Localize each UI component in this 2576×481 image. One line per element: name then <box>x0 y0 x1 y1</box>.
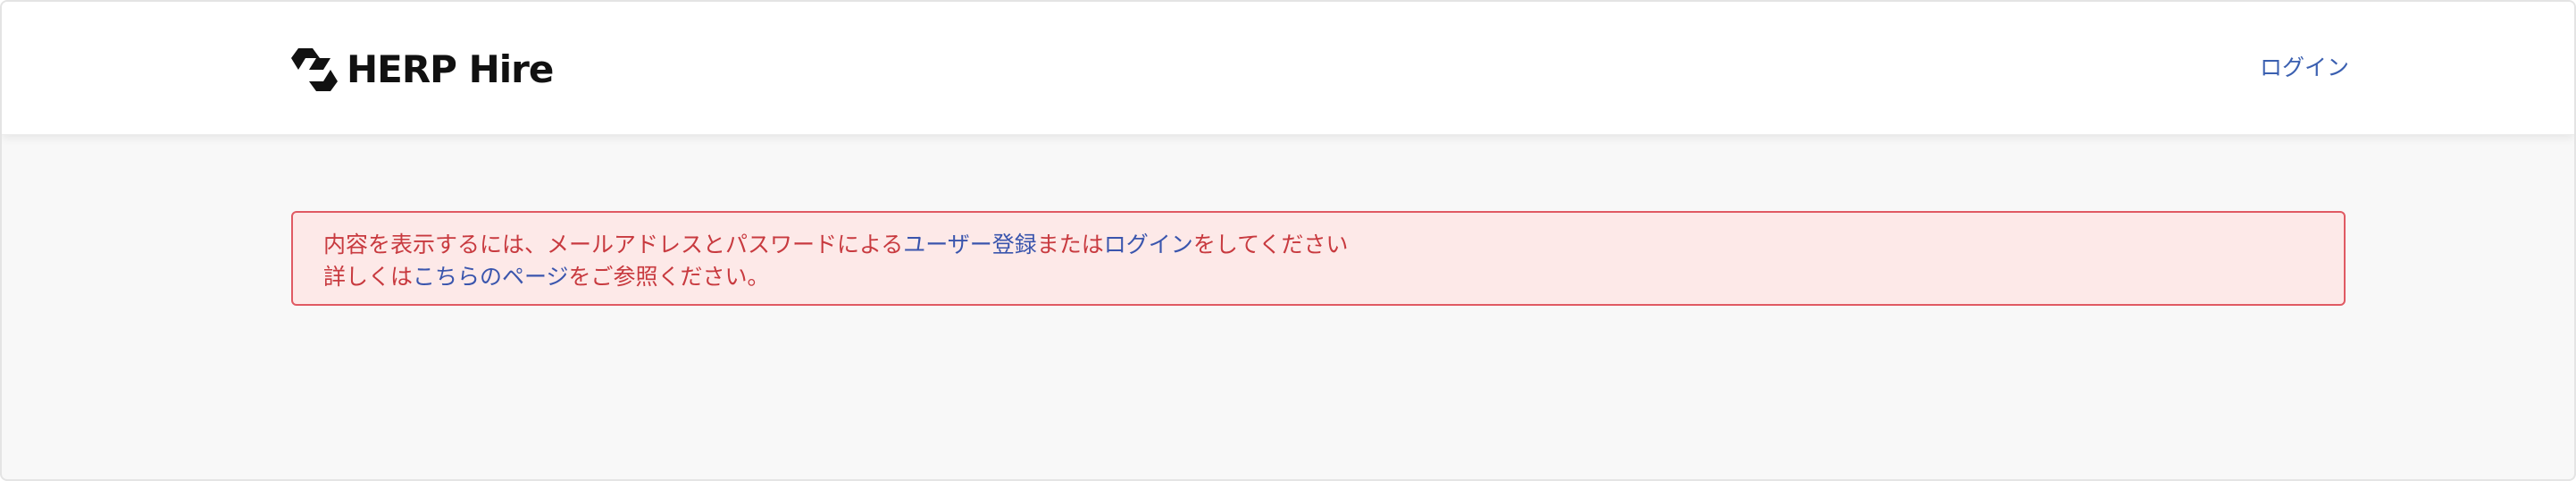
brand-name: HERP Hire <box>347 47 554 91</box>
login-link[interactable]: ログイン <box>2260 52 2349 84</box>
alert-line-1: 内容を表示するには、メールアドレスとパスワードによるユーザー登録またはログインを… <box>323 229 2313 261</box>
help-page-link[interactable]: こちらのページ <box>413 264 569 290</box>
top-header: HERP Hire ログイン <box>2 2 2574 135</box>
alert-login-link[interactable]: ログイン <box>1104 232 1193 257</box>
alert-details-prefix: 詳しくは <box>323 264 414 290</box>
alert-line-2: 詳しくはこちらのページをご参照ください。 <box>323 261 2313 293</box>
alert-text-suffix: をしてください <box>1192 232 1349 257</box>
login-required-alert: 内容を表示するには、メールアドレスとパスワードによるユーザー登録またはログインを… <box>291 211 2346 306</box>
alert-text-prefix: 内容を表示するには、メールアドレスとパスワードによる <box>323 232 904 257</box>
herp-logo-mark-icon <box>291 48 338 91</box>
alert-details-suffix: をご参照ください。 <box>568 264 770 290</box>
brand-logo-link[interactable]: HERP Hire <box>289 46 554 93</box>
signup-link[interactable]: ユーザー登録 <box>903 232 1037 257</box>
alert-text-middle: または <box>1036 232 1104 257</box>
browser-viewport: HERP Hire ログイン 内容を表示するには、メールアドレスとパスワードによ… <box>0 0 2576 481</box>
